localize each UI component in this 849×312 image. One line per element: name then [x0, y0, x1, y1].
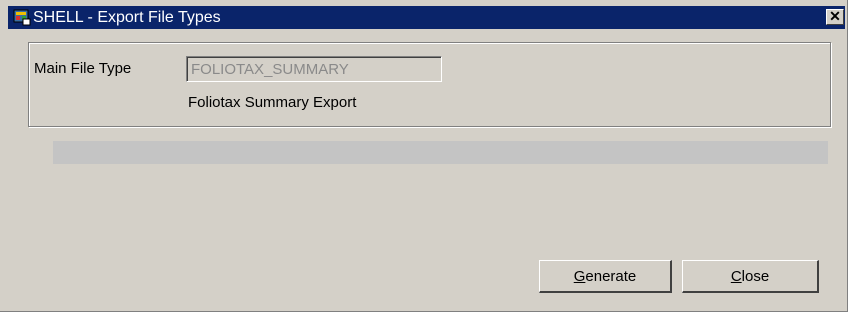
close-button[interactable]: Close [682, 260, 819, 293]
close-icon[interactable]: ✕ [826, 9, 844, 25]
window-title: SHELL - Export File Types [33, 9, 221, 26]
main-file-type-field[interactable] [186, 56, 442, 82]
main-file-type-label: Main File Type [34, 60, 132, 77]
generate-label-rest: enerate [585, 267, 637, 285]
export-progress-bar [53, 141, 828, 164]
app-window-icon [13, 9, 31, 26]
close-label-rest: lose [741, 267, 770, 285]
dialog-body: Main File Type Foliotax Summary Export G… [8, 29, 847, 311]
file-type-group [28, 42, 831, 127]
export-file-types-window: SHELL - Export File Types ✕ Main File Ty… [0, 0, 848, 312]
close-mnemonic: C [730, 267, 742, 285]
generate-mnemonic: G [573, 267, 586, 285]
file-type-description: Foliotax Summary Export [188, 94, 357, 111]
title-bar[interactable]: SHELL - Export File Types ✕ [8, 6, 845, 29]
generate-button[interactable]: Generate [539, 260, 672, 293]
